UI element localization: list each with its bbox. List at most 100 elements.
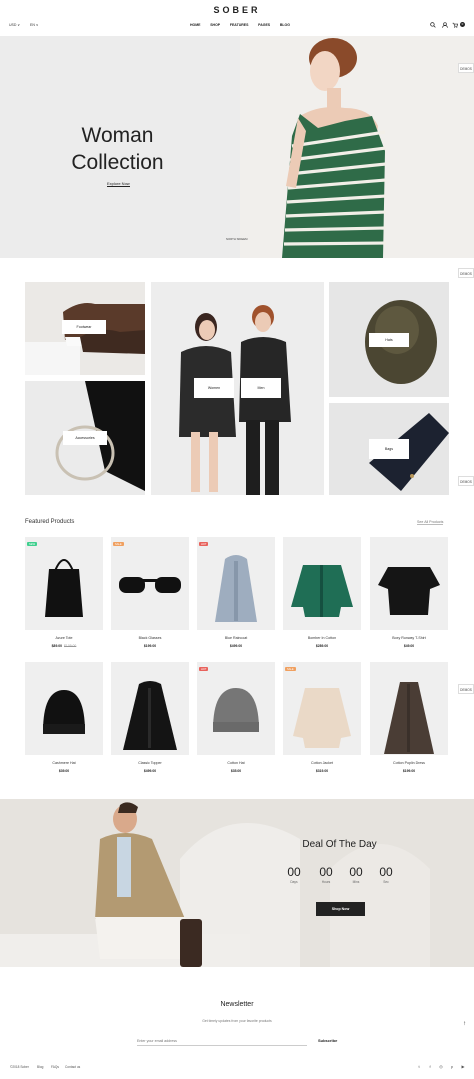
product-image[interactable] — [197, 537, 275, 630]
product-photo — [291, 565, 353, 617]
product-image[interactable] — [370, 537, 448, 630]
product-image[interactable] — [197, 662, 275, 755]
product-price: $89.00 $109.00 — [25, 644, 103, 648]
countdown-label: Mins — [352, 880, 360, 884]
demos-tab[interactable]: DEMOS — [458, 268, 474, 278]
product-name[interactable]: Cotton Jacket — [283, 761, 361, 765]
cart-count-badge: 0 — [460, 22, 465, 27]
footer-link-blog[interactable]: Blog — [37, 1065, 43, 1069]
newsletter-title: Newsletter — [220, 1001, 254, 1008]
price-current: $199.00 — [402, 769, 416, 773]
product-photo — [45, 559, 83, 617]
product-badge: HOT — [199, 542, 209, 547]
product-name[interactable]: Bomber In Cotton — [283, 636, 361, 640]
cart-icon[interactable] — [452, 22, 458, 28]
product-name[interactable]: Boxy Runway T-Shirt — [370, 636, 448, 640]
countdown-days: 00 — [287, 865, 301, 879]
price-current: $199.00 — [143, 644, 157, 648]
twitter-icon[interactable]: t — [416, 1064, 422, 1069]
subscribe-button[interactable]: Subscribe — [318, 1038, 337, 1043]
price-current: $499.00 — [229, 644, 243, 648]
category-label: Bags — [369, 439, 409, 459]
footer-copyright: ©2018 Sober — [10, 1065, 29, 1069]
currency-selector[interactable]: USD ∨ — [9, 23, 20, 27]
back-to-top-icon[interactable]: ↑ — [463, 1021, 466, 1027]
product-photo — [123, 681, 177, 750]
product-photo — [215, 555, 257, 622]
countdown-hours: 00 — [319, 865, 333, 879]
product-image[interactable] — [25, 537, 103, 630]
product-price: $199.00 — [111, 644, 189, 648]
language-selector[interactable]: EN ∨ — [30, 23, 38, 27]
category-hats[interactable]: Hats — [329, 282, 449, 397]
countdown-label: Days — [290, 880, 298, 884]
product-price: $289.00 — [283, 644, 361, 648]
product-name[interactable]: Cotton Hat — [197, 761, 275, 765]
site-logo[interactable]: SOBER — [0, 5, 474, 15]
category-women-men[interactable]: Women Men — [151, 282, 324, 495]
category-accessories[interactable]: Accessories — [25, 381, 145, 495]
main-nav: HOME SHOP FEATURES PAGES BLOG — [190, 23, 290, 27]
product-photo — [384, 682, 434, 754]
product-image[interactable] — [111, 662, 189, 755]
nav-features[interactable]: FEATURES — [230, 23, 249, 27]
product-price: $35.00 — [197, 769, 275, 773]
category-label-women[interactable]: Women — [194, 378, 234, 398]
product-photo — [293, 688, 351, 748]
product-image[interactable] — [25, 662, 103, 755]
category-footwear[interactable]: Footwear — [25, 282, 145, 375]
shop-now-button[interactable]: Shop Now — [316, 902, 365, 916]
countdown-mins: 00 — [349, 865, 363, 879]
product-photo — [213, 688, 259, 732]
price-current: $499.00 — [143, 769, 157, 773]
product-image[interactable] — [283, 662, 361, 755]
product-name[interactable]: Classic Topper — [111, 761, 189, 765]
deal-title: Deal Of The Day — [302, 839, 377, 850]
product-badge: HOT — [199, 667, 209, 672]
deal-banner — [0, 799, 474, 967]
hero-title: Woman Collection — [71, 124, 164, 174]
facebook-icon[interactable]: f — [427, 1064, 433, 1069]
nav-blog[interactable]: BLOG — [280, 23, 290, 27]
instagram-icon[interactable]: ◎ — [438, 1064, 444, 1069]
product-badge: NEW — [27, 542, 38, 547]
product-price: $49.00 — [370, 644, 448, 648]
featured-title: Featured Products — [25, 519, 75, 525]
newsletter-email-input[interactable] — [137, 1036, 307, 1046]
product-name[interactable]: Cashmere Hat — [25, 761, 103, 765]
couple-image — [151, 282, 324, 495]
see-all-link[interactable]: See All Products — [417, 520, 444, 525]
footer-link-faqs[interactable]: FAQs — [51, 1065, 59, 1069]
search-icon[interactable] — [430, 22, 436, 28]
product-photo — [119, 577, 181, 593]
hero-explore-link[interactable]: Explore Now — [107, 181, 130, 187]
price-current: $289.00 — [315, 644, 329, 648]
product-name[interactable]: Cotton Poplin Dress — [370, 761, 448, 765]
demos-tab[interactable]: DEMOS — [458, 63, 474, 73]
demos-tab[interactable]: DEMOS — [458, 476, 474, 486]
category-label-men[interactable]: Men — [241, 378, 281, 398]
product-name[interactable]: Blue Raincoat — [197, 636, 275, 640]
product-image[interactable] — [370, 662, 448, 755]
pinterest-icon[interactable]: p — [449, 1064, 455, 1069]
category-label: Hats — [369, 333, 409, 347]
nav-shop[interactable]: SHOP — [210, 23, 220, 27]
price-current: $35.00 — [230, 769, 242, 773]
product-photo — [378, 567, 440, 615]
product-name[interactable]: Azure Tote — [25, 636, 103, 640]
product-image[interactable] — [111, 537, 189, 630]
product-image[interactable] — [283, 537, 361, 630]
product-name[interactable]: Black Glasses — [111, 636, 189, 640]
newsletter-subtitle: Get timely updates from your favorite pr… — [202, 1019, 272, 1023]
youtube-icon[interactable]: ▶ — [460, 1064, 466, 1069]
user-icon[interactable] — [442, 22, 448, 28]
price-current: $49.00 — [403, 644, 415, 648]
category-bags[interactable]: Bags — [329, 403, 449, 495]
demos-tab[interactable]: DEMOS — [458, 684, 474, 694]
nav-pages[interactable]: PAGES — [258, 23, 270, 27]
product-badge: SALE — [113, 542, 124, 547]
product-badge: SALE — [285, 667, 296, 672]
nav-home[interactable]: HOME — [190, 23, 201, 27]
footer-link-contact[interactable]: Contact us — [65, 1065, 80, 1069]
site-header: SOBER USD ∨ EN ∨ HOME SHOP FEATURES PAGE… — [0, 0, 474, 35]
